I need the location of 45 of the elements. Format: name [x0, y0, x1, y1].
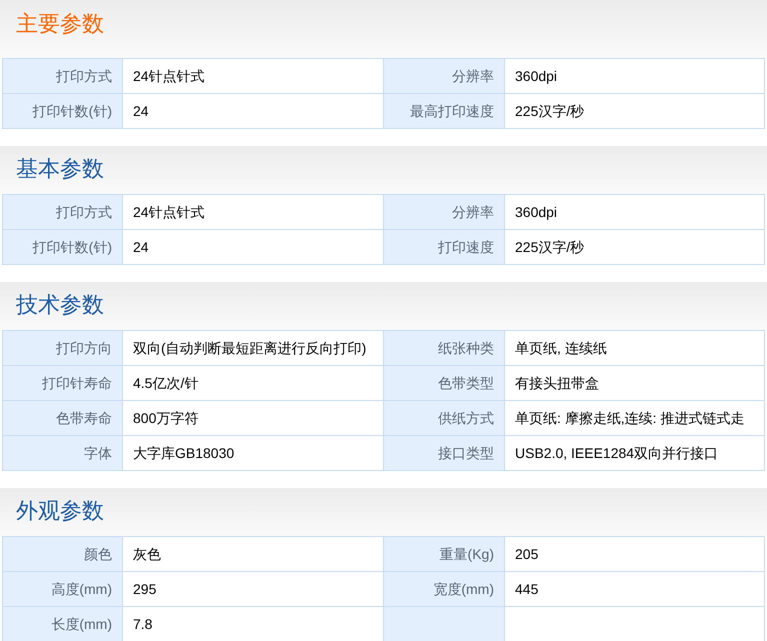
label-cell: 高度(mm)	[3, 572, 123, 607]
value-cell: 225汉字/秒	[505, 230, 765, 265]
section-title: 主要参数	[16, 11, 104, 36]
section-title: 外观参数	[16, 498, 104, 523]
label-cell: 色带寿命	[3, 401, 123, 436]
label-cell: 打印速度	[384, 230, 505, 265]
value-cell: 225汉字/秒	[505, 94, 765, 129]
label-cell: 打印针寿命	[3, 366, 123, 401]
value-cell: 4.5亿次/针	[123, 366, 384, 401]
value-cell: 24针点针式	[123, 195, 384, 230]
value-cell: 800万字符	[123, 401, 384, 436]
value-cell: 445	[505, 572, 765, 607]
value-cell: 360dpi	[505, 59, 765, 94]
value-cell: 205	[505, 537, 765, 572]
value-cell: 360dpi	[505, 195, 765, 230]
label-cell: 接口类型	[384, 436, 505, 471]
value-cell: 24	[123, 94, 384, 129]
label-cell: 颜色	[3, 537, 123, 572]
value-cell: 有接头扭带盒	[505, 366, 765, 401]
label-cell: 最高打印速度	[384, 94, 505, 129]
section-title: 技术参数	[16, 292, 104, 317]
label-cell: 分辨率	[384, 59, 505, 94]
value-cell: 灰色	[123, 537, 384, 572]
label-cell: 纸张种类	[384, 331, 505, 366]
value-cell: 双向(自动判断最短距离进行反向打印)	[123, 331, 384, 366]
value-cell: 24	[123, 230, 384, 265]
label-cell: 分辨率	[384, 195, 505, 230]
label-cell: 宽度(mm)	[384, 572, 505, 607]
value-cell: 单页纸: 摩擦走纸,连续: 推进式链式走	[505, 401, 765, 436]
label-cell: 重量(Kg)	[384, 537, 505, 572]
section-title: 基本参数	[16, 156, 104, 181]
value-cell: 大字库GB18030	[123, 436, 384, 471]
label-cell: 供纸方式	[384, 401, 505, 436]
label-cell: 打印方向	[3, 331, 123, 366]
label-cell: 色带类型	[384, 366, 505, 401]
value-cell: 单页纸, 连续纸	[505, 331, 765, 366]
value-cell: 295	[123, 572, 384, 607]
value-cell: 24针点针式	[123, 59, 384, 94]
label-cell: 打印针数(针)	[3, 230, 123, 265]
label-cell: 长度(mm)	[3, 607, 123, 641]
label-cell: 打印方式	[3, 59, 123, 94]
label-cell: 打印方式	[3, 195, 123, 230]
label-cell: 打印针数(针)	[3, 94, 123, 129]
value-cell: USB2.0, IEEE1284双向并行接口	[505, 436, 765, 471]
label-cell: 字体	[3, 436, 123, 471]
